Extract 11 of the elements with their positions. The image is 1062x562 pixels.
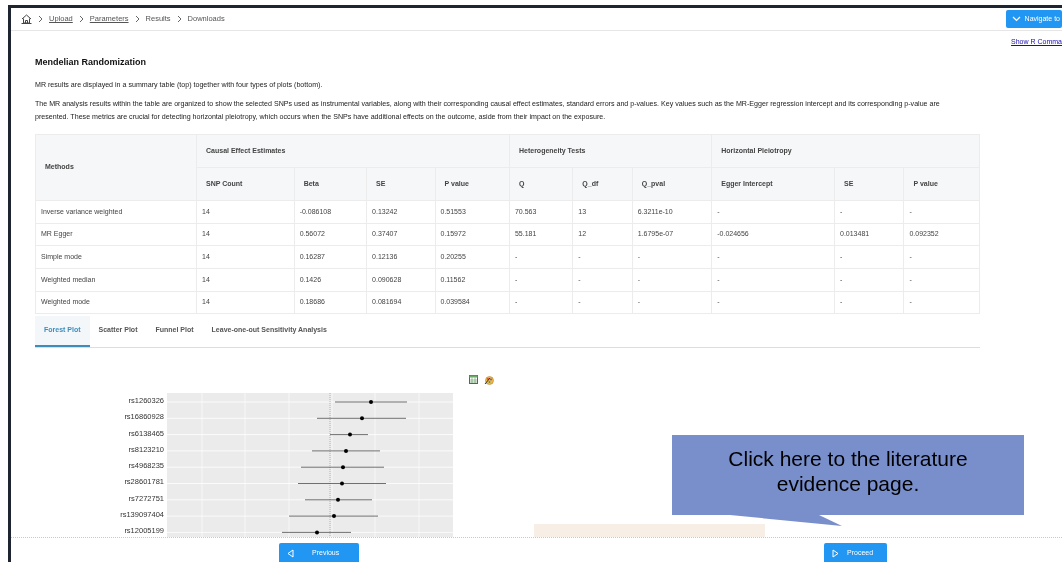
chevron-icon <box>176 15 182 23</box>
left-triangle-icon <box>287 548 294 558</box>
chevron-down-icon <box>1011 16 1021 22</box>
right-triangle-icon <box>832 548 839 558</box>
chevron-icon <box>38 15 43 23</box>
chevron-icon <box>78 15 84 23</box>
section-title: Mendelian Randomization <box>35 55 147 69</box>
palette-icon[interactable] <box>484 374 494 385</box>
home-icon[interactable] <box>21 14 32 24</box>
chevron-icon <box>134 15 140 23</box>
table-icon[interactable] <box>469 374 478 384</box>
